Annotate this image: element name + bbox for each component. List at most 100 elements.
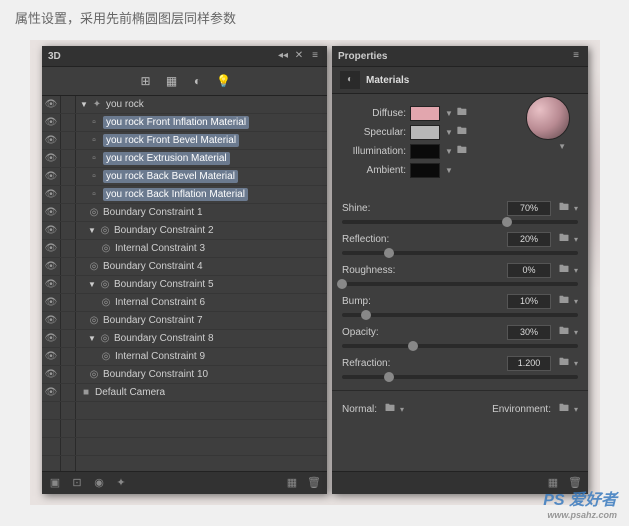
refraction-slider[interactable] <box>342 375 578 379</box>
diffuse-swatch[interactable] <box>410 106 440 121</box>
visibility-toggle[interactable]: 👁 <box>42 312 61 329</box>
chevron-down-icon[interactable]: ▼ <box>445 109 453 118</box>
tree-row[interactable]: 👁 ▫you rock Extrusion Material <box>42 150 327 168</box>
tree-row[interactable]: 👁▼◎Boundary Constraint 8 <box>42 330 327 348</box>
expand-toggle[interactable]: ▼ <box>88 226 96 235</box>
chevron-down-icon[interactable]: ▼ <box>445 128 453 137</box>
tree-row-label[interactable]: ◎Boundary Constraint 1 <box>76 207 203 218</box>
new-icon[interactable]: ▦ <box>285 476 299 490</box>
material-icon[interactable]: ◐ <box>190 73 206 89</box>
mesh-icon[interactable]: ▦ <box>164 73 180 89</box>
visibility-toggle[interactable]: 👁 <box>42 276 61 293</box>
filter-icon[interactable]: ⊞ <box>138 73 154 89</box>
tree-row[interactable]: 👁 ▫you rock Back Inflation Material <box>42 186 327 204</box>
tree-row-label[interactable]: ◎Boundary Constraint 10 <box>76 369 208 380</box>
roughness-value[interactable]: 0% <box>507 263 551 278</box>
material-preview[interactable] <box>526 96 570 140</box>
chevron-down-icon[interactable]: ▾ <box>574 328 578 337</box>
tree-row-label[interactable]: ▫you rock Front Bevel Material <box>76 134 239 147</box>
tree-row-label[interactable]: ▫you rock Back Inflation Material <box>76 188 248 201</box>
trash-icon[interactable]: 🗑 <box>307 476 321 490</box>
tree-row[interactable]: 👁◎Boundary Constraint 4 <box>42 258 327 276</box>
visibility-toggle[interactable]: 👁 <box>42 150 61 167</box>
tree-row[interactable]: 👁▫you rock Back Bevel Material <box>42 168 327 186</box>
chevron-down-icon[interactable]: ▼ <box>445 166 453 175</box>
bump-value[interactable]: 10% <box>507 294 551 309</box>
folder-icon[interactable]: 🖿 <box>385 401 395 418</box>
folder-icon[interactable]: 🖿 <box>457 124 467 141</box>
tree-row-label[interactable]: ▫you rock Front Inflation Material <box>76 116 249 129</box>
slider-thumb[interactable] <box>408 341 418 351</box>
tree-row[interactable]: 👁▼✦you rock <box>42 96 327 114</box>
visibility-toggle[interactable]: 👁 <box>42 294 61 311</box>
tree-row[interactable]: 👁 ◎Boundary Constraint 10 <box>42 366 327 384</box>
folder-icon[interactable]: 🖿 <box>559 293 569 310</box>
folder-icon[interactable]: 🖿 <box>559 355 569 372</box>
close-icon[interactable]: ✕ <box>293 50 305 62</box>
specular-swatch[interactable] <box>410 125 440 140</box>
chevron-down-icon[interactable]: ▾ <box>574 266 578 275</box>
shine-slider[interactable] <box>342 220 578 224</box>
folder-icon[interactable]: 🖿 <box>457 143 467 160</box>
tree-row[interactable]: 👁 ◎Boundary Constraint 1 <box>42 204 327 222</box>
roughness-slider[interactable] <box>342 282 578 286</box>
bump-slider[interactable] <box>342 313 578 317</box>
light-add-icon[interactable]: ✦ <box>114 476 128 490</box>
tree-row-label[interactable]: ▫you rock Extrusion Material <box>76 152 230 165</box>
visibility-toggle[interactable]: 👁 <box>42 240 61 257</box>
tree-row-label[interactable]: ▼◎Boundary Constraint 5 <box>76 279 214 290</box>
panel-3d-header[interactable]: 3D ◂◂ ✕ ≡ <box>42 46 327 67</box>
visibility-toggle[interactable]: 👁 <box>42 114 61 131</box>
opacity-slider[interactable] <box>342 344 578 348</box>
slider-thumb[interactable] <box>502 217 512 227</box>
visibility-toggle[interactable]: 👁 <box>42 186 61 203</box>
visibility-toggle[interactable]: 👁 <box>42 366 61 383</box>
chevron-down-icon[interactable]: ▾ <box>574 297 578 306</box>
tree-row[interactable]: 👁 ▫you rock Front Inflation Material <box>42 114 327 132</box>
tree-row-label[interactable]: ▼✦you rock <box>76 99 144 110</box>
chevron-down-icon[interactable]: ▼ <box>445 147 453 156</box>
visibility-toggle[interactable]: 👁 <box>42 348 61 365</box>
chevron-left-icon[interactable]: ◂◂ <box>277 50 289 62</box>
panel-props-header[interactable]: Properties ≡ <box>332 46 588 67</box>
tree-row[interactable]: 👁■Default Camera <box>42 384 327 402</box>
expand-toggle[interactable]: ▼ <box>80 100 88 109</box>
opacity-value[interactable]: 30% <box>507 325 551 340</box>
folder-icon[interactable]: 🖿 <box>559 200 569 217</box>
tree-row-label[interactable]: ◎Internal Constraint 3 <box>76 243 205 254</box>
chevron-down-icon[interactable]: ▾ <box>400 405 404 414</box>
slider-thumb[interactable] <box>384 372 394 382</box>
tree-row-label[interactable]: ◎Boundary Constraint 4 <box>76 261 203 272</box>
tree-row-label[interactable]: ▼◎Boundary Constraint 2 <box>76 225 214 236</box>
visibility-toggle[interactable]: 👁 <box>42 330 61 347</box>
chevron-down-icon[interactable]: ▾ <box>574 359 578 368</box>
visibility-toggle[interactable]: 👁 <box>42 222 61 239</box>
illumination-swatch[interactable] <box>410 144 440 159</box>
visibility-toggle[interactable]: 👁 <box>42 204 61 221</box>
render-icon[interactable]: ▣ <box>48 476 62 490</box>
reflection-value[interactable]: 20% <box>507 232 551 247</box>
folder-icon[interactable]: 🖿 <box>457 105 467 122</box>
refraction-value[interactable]: 1.200 <box>507 356 551 371</box>
slider-thumb[interactable] <box>361 310 371 320</box>
expand-toggle[interactable]: ▼ <box>88 280 96 289</box>
tree-row[interactable]: 👁 ▼◎Boundary Constraint 2 <box>42 222 327 240</box>
tree-row-label[interactable]: ■Default Camera <box>76 387 165 398</box>
chevron-down-icon[interactable]: ▾ <box>574 405 578 414</box>
layer-tree[interactable]: 👁▼✦you rock👁▫you rock Front Inflation Ma… <box>42 96 327 474</box>
visibility-toggle[interactable]: 👁 <box>42 168 61 185</box>
tree-row[interactable]: 👁 ◎Boundary Constraint 7 <box>42 312 327 330</box>
chevron-down-icon[interactable]: ▼ <box>558 142 566 151</box>
panel-menu-icon[interactable]: ≡ <box>309 50 321 62</box>
tree-row-label[interactable]: ◎Internal Constraint 6 <box>76 297 205 308</box>
folder-icon[interactable]: 🖿 <box>559 324 569 341</box>
tree-row[interactable]: 👁 ◎Internal Constraint 6 <box>42 294 327 312</box>
tree-row[interactable]: 👁 ◎Internal Constraint 9 <box>42 348 327 366</box>
panel-menu-icon[interactable]: ≡ <box>570 50 582 62</box>
chevron-down-icon[interactable]: ▾ <box>574 235 578 244</box>
add-icon[interactable]: ◉ <box>92 476 106 490</box>
shine-value[interactable]: 70% <box>507 201 551 216</box>
tree-row-label[interactable]: ◎Internal Constraint 9 <box>76 351 205 362</box>
folder-icon[interactable]: 🖿 <box>559 231 569 248</box>
tree-row-label[interactable]: ◎Boundary Constraint 7 <box>76 315 203 326</box>
